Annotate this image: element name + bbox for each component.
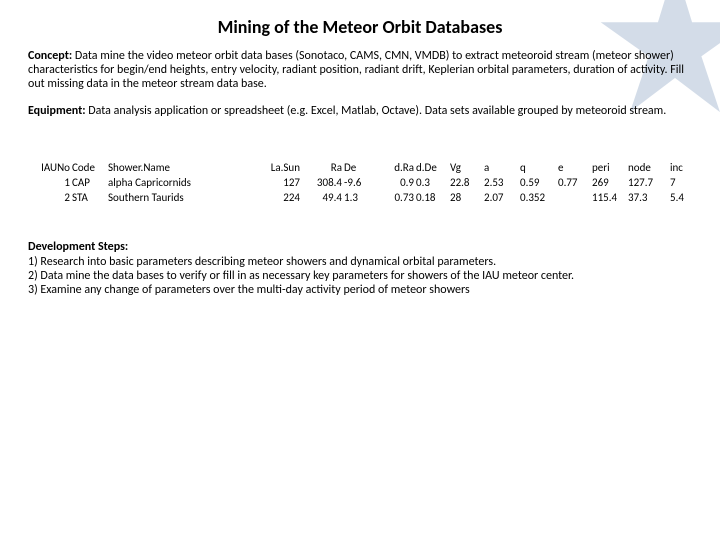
- col-head: La.Sun: [260, 161, 300, 174]
- table-cell: CAP: [72, 176, 106, 189]
- col-head: q: [520, 161, 556, 174]
- dev-steps-heading: Development Steps:: [28, 240, 692, 254]
- col-head: peri: [592, 161, 626, 174]
- concept-text: Data mine the video meteor orbit data ba…: [28, 49, 684, 91]
- col-head: IAUNo: [28, 161, 70, 174]
- equipment-paragraph: Equipment: Data analysis application or …: [28, 105, 692, 119]
- table-cell: 2.53: [484, 176, 518, 189]
- table-cell: 28: [450, 191, 482, 204]
- table-cell: 224: [260, 191, 300, 204]
- table-cell: 0.352: [520, 191, 556, 204]
- col-head: Code: [72, 161, 106, 174]
- col-head: inc: [670, 161, 698, 174]
- col-head: d.Ra: [378, 161, 414, 174]
- table-cell: alpha Capricornids: [108, 176, 258, 189]
- table-cell: Southern Taurids: [108, 191, 258, 204]
- table-cell: 2: [28, 191, 70, 204]
- table-cell: 0.9: [378, 176, 414, 189]
- col-head: Shower.Name: [108, 161, 258, 174]
- table-cell: 1: [28, 176, 70, 189]
- table-cell: 269: [592, 176, 626, 189]
- table-cell: 22.8: [450, 176, 482, 189]
- table-cell: 1.3: [344, 191, 376, 204]
- table-cell: 49.4: [302, 191, 342, 204]
- table-cell: 0.3: [416, 176, 448, 189]
- equipment-label: Equipment:: [28, 104, 86, 118]
- table-cell: 0.18: [416, 191, 448, 204]
- table-cell: 308.4: [302, 176, 342, 189]
- col-head: De: [344, 161, 376, 174]
- table-cell: 0.59: [520, 176, 556, 189]
- col-head: d.De: [416, 161, 448, 174]
- concept-label: Concept:: [28, 49, 72, 63]
- col-head: Ra: [302, 161, 342, 174]
- table-cell: 7: [670, 176, 698, 189]
- development-steps: Development Steps: 1) Research into basi…: [28, 240, 692, 298]
- table-cell: 0.73: [378, 191, 414, 204]
- page-title: Mining of the Meteor Orbit Databases: [28, 16, 692, 38]
- dev-step: 3) Examine any change of parameters over…: [28, 283, 692, 297]
- document-body: Mining of the Meteor Orbit Databases Con…: [0, 0, 720, 298]
- table-cell: [558, 191, 590, 204]
- col-head: e: [558, 161, 590, 174]
- col-head: Vg: [450, 161, 482, 174]
- table-cell: 37.3: [628, 191, 668, 204]
- dev-step: 1) Research into basic parameters descri…: [28, 255, 692, 269]
- table-cell: 115.4: [592, 191, 626, 204]
- equipment-text: Data analysis application or spreadsheet…: [86, 104, 667, 118]
- table-cell: 127.7: [628, 176, 668, 189]
- table-cell: 127: [260, 176, 300, 189]
- table-cell: -9.6: [344, 176, 376, 189]
- table-cell: STA: [72, 191, 106, 204]
- col-head: node: [628, 161, 668, 174]
- dev-step: 2) Data mine the data bases to verify or…: [28, 269, 692, 283]
- table-cell: 5.4: [670, 191, 698, 204]
- data-table: IAUNo Code Shower.Name La.Sun Ra De d.Ra…: [28, 161, 692, 204]
- concept-paragraph: Concept: Data mine the video meteor orbi…: [28, 50, 692, 91]
- table-cell: 0.77: [558, 176, 590, 189]
- col-head: a: [484, 161, 518, 174]
- table-cell: 2.07: [484, 191, 518, 204]
